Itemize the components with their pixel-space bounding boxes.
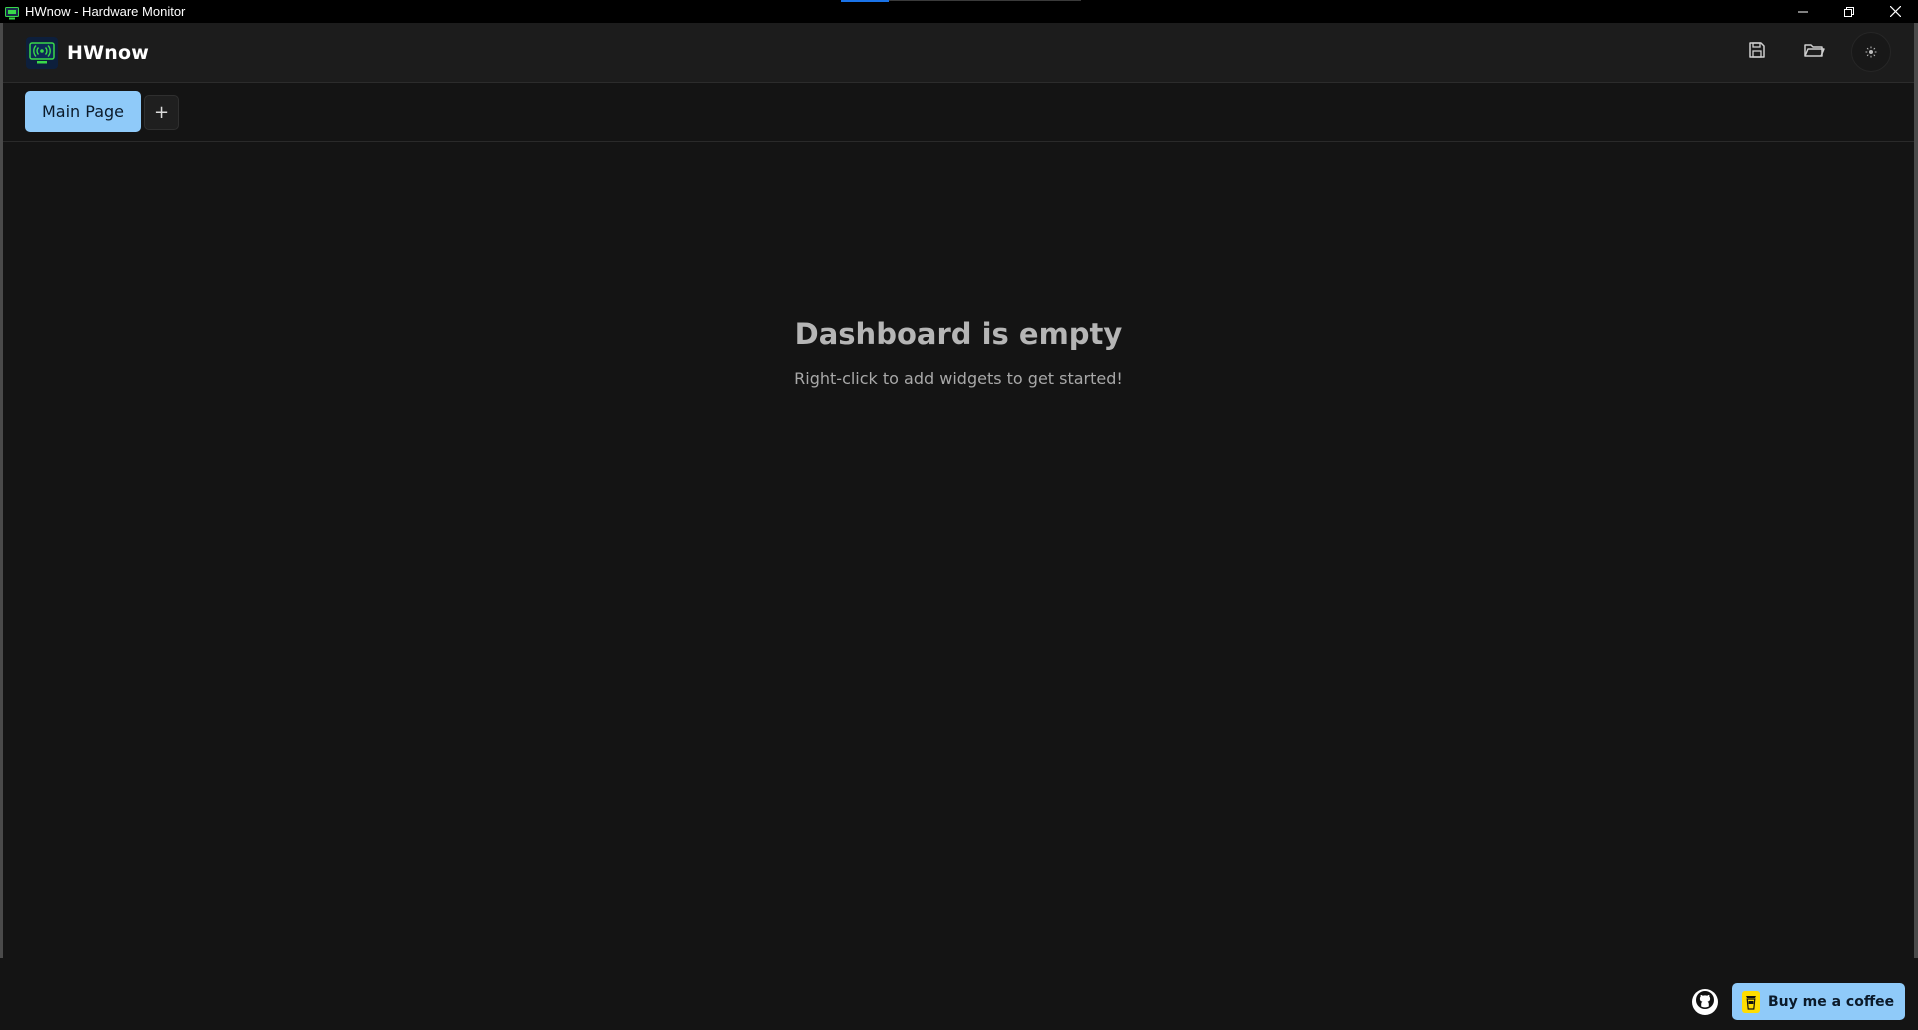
coffee-cup-icon [1742, 990, 1760, 1013]
save-button[interactable] [1737, 32, 1777, 72]
empty-state-subtitle: Right-click to add widgets to get starte… [794, 369, 1123, 388]
os-title-bar[interactable]: HWnow - Hardware Monitor [0, 0, 1918, 23]
app-window: HWnow - Hardware Monitor HWnow Main Page… [0, 0, 1918, 1030]
app-header: HWnow [3, 23, 1914, 83]
close-button[interactable] [1872, 0, 1918, 23]
buy-me-a-coffee-button[interactable]: Buy me a coffee [1732, 983, 1906, 1020]
window-right-edge [1914, 23, 1918, 958]
coffee-button-label: Buy me a coffee [1768, 993, 1895, 1010]
window-controls [1780, 0, 1918, 23]
close-icon [1889, 2, 1901, 21]
window-title: HWnow - Hardware Monitor [25, 4, 186, 19]
window-left-edge [0, 23, 3, 958]
title-divider [889, 0, 1081, 1]
minimize-icon [1798, 2, 1808, 21]
header-actions [1720, 32, 1891, 72]
github-button[interactable] [1692, 989, 1718, 1015]
brand-name: HWnow [67, 42, 149, 64]
sun-icon [1865, 43, 1877, 62]
folder-icon [1803, 40, 1825, 64]
title-accent-strip [841, 0, 889, 2]
empty-state: Dashboard is empty Right-click to add wi… [3, 300, 1914, 388]
load-button[interactable] [1794, 32, 1834, 72]
empty-state-title: Dashboard is empty [794, 317, 1123, 351]
brand: HWnow [26, 37, 149, 69]
tab-main-page[interactable]: Main Page [25, 91, 142, 132]
save-icon [1747, 40, 1767, 64]
restore-button[interactable] [1826, 0, 1872, 23]
monitor-signal-icon [26, 37, 58, 69]
minimize-button[interactable] [1780, 0, 1826, 23]
theme-toggle-button[interactable] [1851, 32, 1891, 72]
add-tab-button[interactable]: + [144, 95, 179, 130]
github-icon [1695, 990, 1715, 1014]
restore-icon [1844, 2, 1854, 21]
tabs-bar: Main Page + [3, 83, 1914, 142]
monitor-icon [5, 5, 19, 20]
